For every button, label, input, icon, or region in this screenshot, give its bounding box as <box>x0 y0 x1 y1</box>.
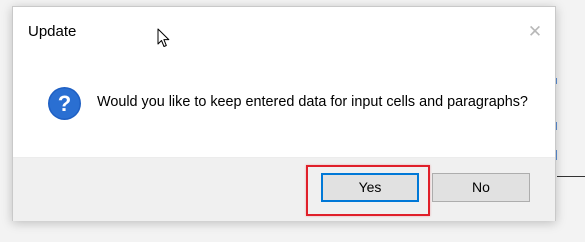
mouse-pointer-icon <box>157 28 170 47</box>
close-button[interactable]: ✕ <box>519 17 551 47</box>
update-dialog: Update ✕ ? Would you like to keep entere… <box>12 6 556 221</box>
dialog-footer: Yes No <box>13 157 555 221</box>
svg-text:?: ? <box>58 91 71 116</box>
yes-button[interactable]: Yes <box>321 173 419 202</box>
dialog-content: ? Would you like to keep entered data fo… <box>13 57 555 157</box>
background-window-edge <box>557 176 585 177</box>
dialog-message: Would you like to keep entered data for … <box>97 94 528 110</box>
dialog-titlebar[interactable]: Update ✕ <box>13 7 555 57</box>
no-button[interactable]: No <box>432 173 530 202</box>
dialog-title: Update <box>28 23 77 40</box>
question-icon: ? <box>48 87 81 120</box>
close-icon: ✕ <box>527 22 543 41</box>
